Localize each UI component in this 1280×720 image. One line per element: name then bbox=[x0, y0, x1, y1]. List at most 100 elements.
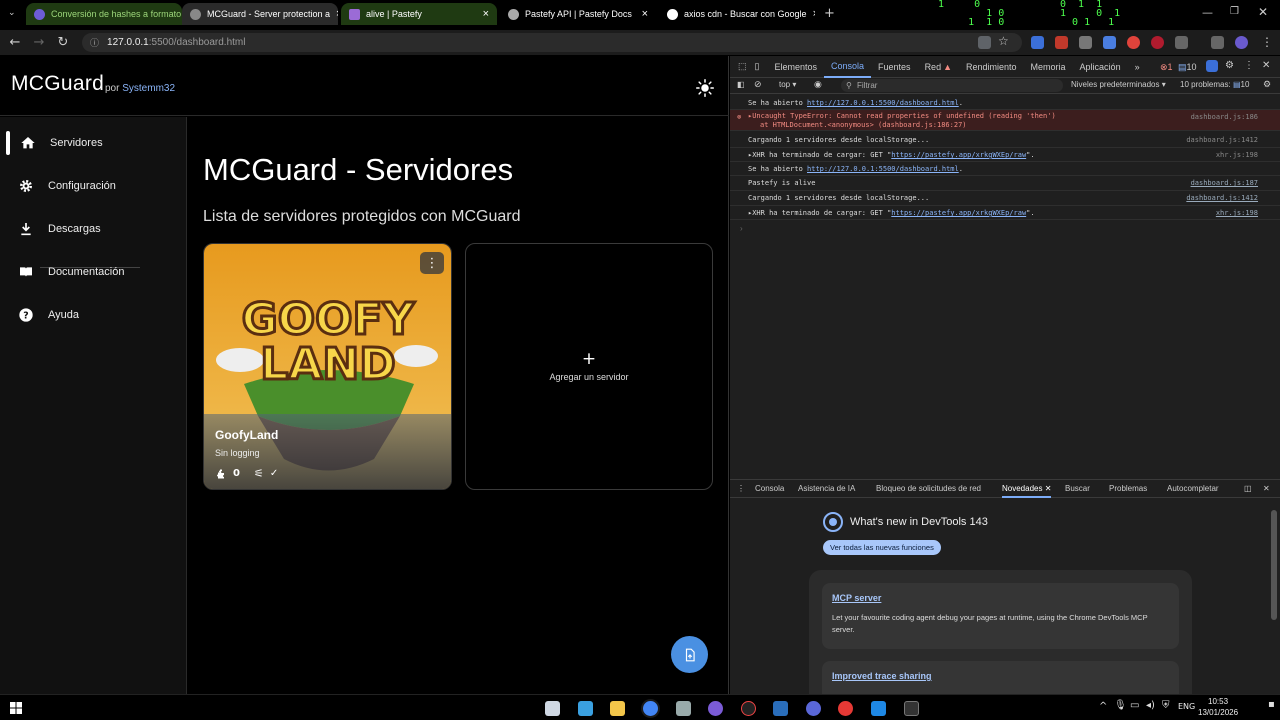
tab-google[interactable]: axios cdn - Buscar con Google × bbox=[659, 3, 815, 25]
server-card[interactable]: GOOFY LAND ⋮ GoofyLand Sin logging 0 ⚟ ✓ bbox=[203, 243, 452, 490]
close-icon[interactable]: × bbox=[483, 8, 489, 20]
taskbar-app-icon[interactable] bbox=[578, 701, 593, 716]
sidebar-toggle-icon[interactable]: ◧ bbox=[737, 80, 745, 89]
sidebar-item-configuracion[interactable]: Configuración bbox=[0, 169, 187, 203]
source-link[interactable]: dashboard.js:186 bbox=[1191, 113, 1258, 122]
taskbar-app-icon[interactable] bbox=[676, 701, 691, 716]
tab-rendimiento[interactable]: Rendimiento bbox=[959, 56, 1024, 78]
security-icon[interactable]: ⛨ bbox=[1162, 700, 1170, 711]
sidebar-item-documentacion[interactable]: Documentación bbox=[0, 255, 187, 289]
inspect-icon[interactable]: ⬚ bbox=[730, 56, 751, 78]
drawer-menu-icon[interactable]: ⋮ bbox=[737, 484, 745, 493]
more-options-icon[interactable]: ⋮ bbox=[1244, 60, 1254, 71]
ai-assistant-icon[interactable] bbox=[1206, 60, 1218, 72]
tab-search-icon[interactable]: ⌄ bbox=[8, 8, 16, 18]
taskbar-app-icon[interactable] bbox=[545, 701, 560, 716]
close-icon[interactable]: ✕ bbox=[1045, 484, 1052, 493]
import-file-button[interactable] bbox=[671, 636, 708, 673]
drawer-tab-consola[interactable]: Consola bbox=[755, 484, 784, 493]
card-options-button[interactable]: ⋮ bbox=[420, 252, 444, 274]
drawer-tab-problemas[interactable]: Problemas bbox=[1109, 484, 1147, 493]
add-server-card[interactable]: + Agregar un servidor bbox=[465, 243, 713, 490]
message-count-icon[interactable]: ▤10 bbox=[1178, 62, 1197, 73]
file-explorer-icon[interactable] bbox=[610, 701, 625, 716]
console-settings-icon[interactable]: ⚙ bbox=[1263, 79, 1271, 90]
tab-pastefy-alive[interactable]: alive | Pastefy × bbox=[341, 3, 497, 25]
device-toggle-icon[interactable]: ▯ bbox=[751, 56, 768, 78]
log-levels-dropdown[interactable]: Niveles predeterminados ▾ bbox=[1071, 80, 1166, 89]
scrollbar[interactable] bbox=[1271, 510, 1277, 620]
issues-button[interactable]: 10 problemas: ▤10 bbox=[1180, 80, 1249, 89]
close-icon[interactable]: × bbox=[642, 8, 648, 20]
source-link[interactable]: xhr.js:198 bbox=[1216, 151, 1258, 159]
terminal-icon[interactable] bbox=[904, 701, 919, 716]
minimize-button[interactable]: — bbox=[1202, 6, 1213, 19]
chrome-icon[interactable] bbox=[643, 701, 658, 716]
theme-toggle-sun-icon[interactable] bbox=[696, 79, 714, 97]
clock[interactable]: 10:53 13/01/2026 bbox=[1198, 696, 1238, 718]
close-window-button[interactable]: ✕ bbox=[1258, 5, 1268, 19]
drawer-tab-novedades[interactable]: Novedades ✕ bbox=[1002, 480, 1052, 498]
clear-console-icon[interactable]: ⊘ bbox=[754, 79, 762, 90]
extension-icon[interactable] bbox=[1031, 36, 1044, 49]
taskbar-app-icon[interactable] bbox=[773, 701, 788, 716]
message-link[interactable]: http://127.0.0.1:5500/dashboard.html bbox=[807, 99, 959, 107]
reading-list-icon[interactable] bbox=[1211, 36, 1224, 49]
drawer-tab-buscar[interactable]: Buscar bbox=[1065, 484, 1090, 493]
github-icon[interactable] bbox=[708, 701, 723, 716]
console-filter-input[interactable]: ⚲ Filtrar bbox=[841, 79, 1063, 92]
network-icon[interactable]: ▭ bbox=[1130, 700, 1139, 711]
feature-title-link[interactable]: Improved trace sharing bbox=[832, 671, 1169, 681]
taskbar-app-icon[interactable] bbox=[806, 701, 821, 716]
restore-button[interactable]: ❐ bbox=[1230, 6, 1239, 17]
tab-consola[interactable]: Consola bbox=[824, 56, 872, 78]
source-link[interactable]: dashboard.js:1412 bbox=[1186, 194, 1258, 202]
more-tabs-icon[interactable]: » bbox=[1128, 56, 1147, 78]
close-drawer-icon[interactable]: ✕ bbox=[1263, 484, 1270, 493]
taskbar-app-icon[interactable] bbox=[838, 701, 853, 716]
tab-elementos[interactable]: Elementos bbox=[767, 56, 824, 78]
address-bar[interactable]: ⓘ 127.0.0.1:5500/dashboard.html bbox=[82, 33, 1022, 52]
tray-chevron-icon[interactable]: ^ bbox=[1099, 701, 1107, 712]
close-icon[interactable]: × bbox=[336, 8, 338, 20]
extension-icon[interactable] bbox=[1079, 36, 1092, 49]
message-link[interactable]: http://127.0.0.1:5500/dashboard.html bbox=[807, 165, 959, 173]
microphone-icon[interactable]: 🎙 bbox=[1114, 700, 1127, 711]
notifications-icon[interactable]: ▪ bbox=[1268, 699, 1275, 710]
close-devtools-icon[interactable]: ✕ bbox=[1262, 60, 1270, 71]
tab-memoria[interactable]: Memoria bbox=[1024, 56, 1073, 78]
forward-button[interactable]: → bbox=[27, 31, 51, 55]
console-prompt-icon[interactable]: › bbox=[740, 224, 743, 233]
sidebar-item-servidores[interactable]: Servidores bbox=[0, 126, 187, 160]
settings-gear-icon[interactable]: ⚙ bbox=[1225, 60, 1234, 71]
author-link[interactable]: Systemm32 bbox=[122, 83, 175, 94]
reload-button[interactable]: ↻ bbox=[51, 31, 75, 55]
feature-title-link[interactable]: MCP server bbox=[832, 593, 1169, 603]
drawer-tab-autocompletar[interactable]: Autocompletar bbox=[1167, 484, 1219, 493]
error-count-icon[interactable]: ⊗1 bbox=[1160, 62, 1173, 73]
tab-pastefy-docs[interactable]: Pastefy API | Pastefy Docs × bbox=[500, 3, 656, 25]
tab-mcguard[interactable]: MCGuard - Server protection a × bbox=[182, 3, 338, 25]
extension-icon[interactable] bbox=[1055, 36, 1068, 49]
taskbar-app-icon[interactable] bbox=[741, 701, 756, 716]
new-tab-button[interactable]: + bbox=[824, 6, 835, 21]
translate-icon[interactable] bbox=[978, 36, 991, 49]
vscode-icon[interactable] bbox=[871, 701, 886, 716]
extension-icon[interactable] bbox=[1127, 36, 1140, 49]
eye-icon[interactable]: ◉ bbox=[814, 79, 822, 90]
source-link[interactable]: dashboard.js:187 bbox=[1191, 179, 1258, 187]
drawer-tab-asistencia[interactable]: Asistencia de IA bbox=[798, 484, 855, 493]
extension-icon[interactable] bbox=[1151, 36, 1164, 49]
sidebar-item-descargas[interactable]: Descargas bbox=[0, 212, 187, 246]
extensions-puzzle-icon[interactable] bbox=[1175, 36, 1188, 49]
tab-aplicacion[interactable]: Aplicación bbox=[1073, 56, 1128, 78]
close-icon[interactable]: × bbox=[813, 8, 815, 20]
dock-icon[interactable]: ◫ bbox=[1244, 484, 1252, 493]
tab-hashes[interactable]: Conversión de hashes a formato × bbox=[26, 3, 182, 25]
tab-fuentes[interactable]: Fuentes bbox=[871, 56, 918, 78]
message-link[interactable]: https://pastefy.app/xrkgWXEp/raw bbox=[891, 209, 1026, 217]
extension-icon[interactable] bbox=[1103, 36, 1116, 49]
bookmark-star-icon[interactable]: ☆ bbox=[998, 34, 1009, 48]
tab-red[interactable]: Red ▲ bbox=[918, 56, 959, 78]
back-button[interactable]: ← bbox=[3, 31, 27, 55]
